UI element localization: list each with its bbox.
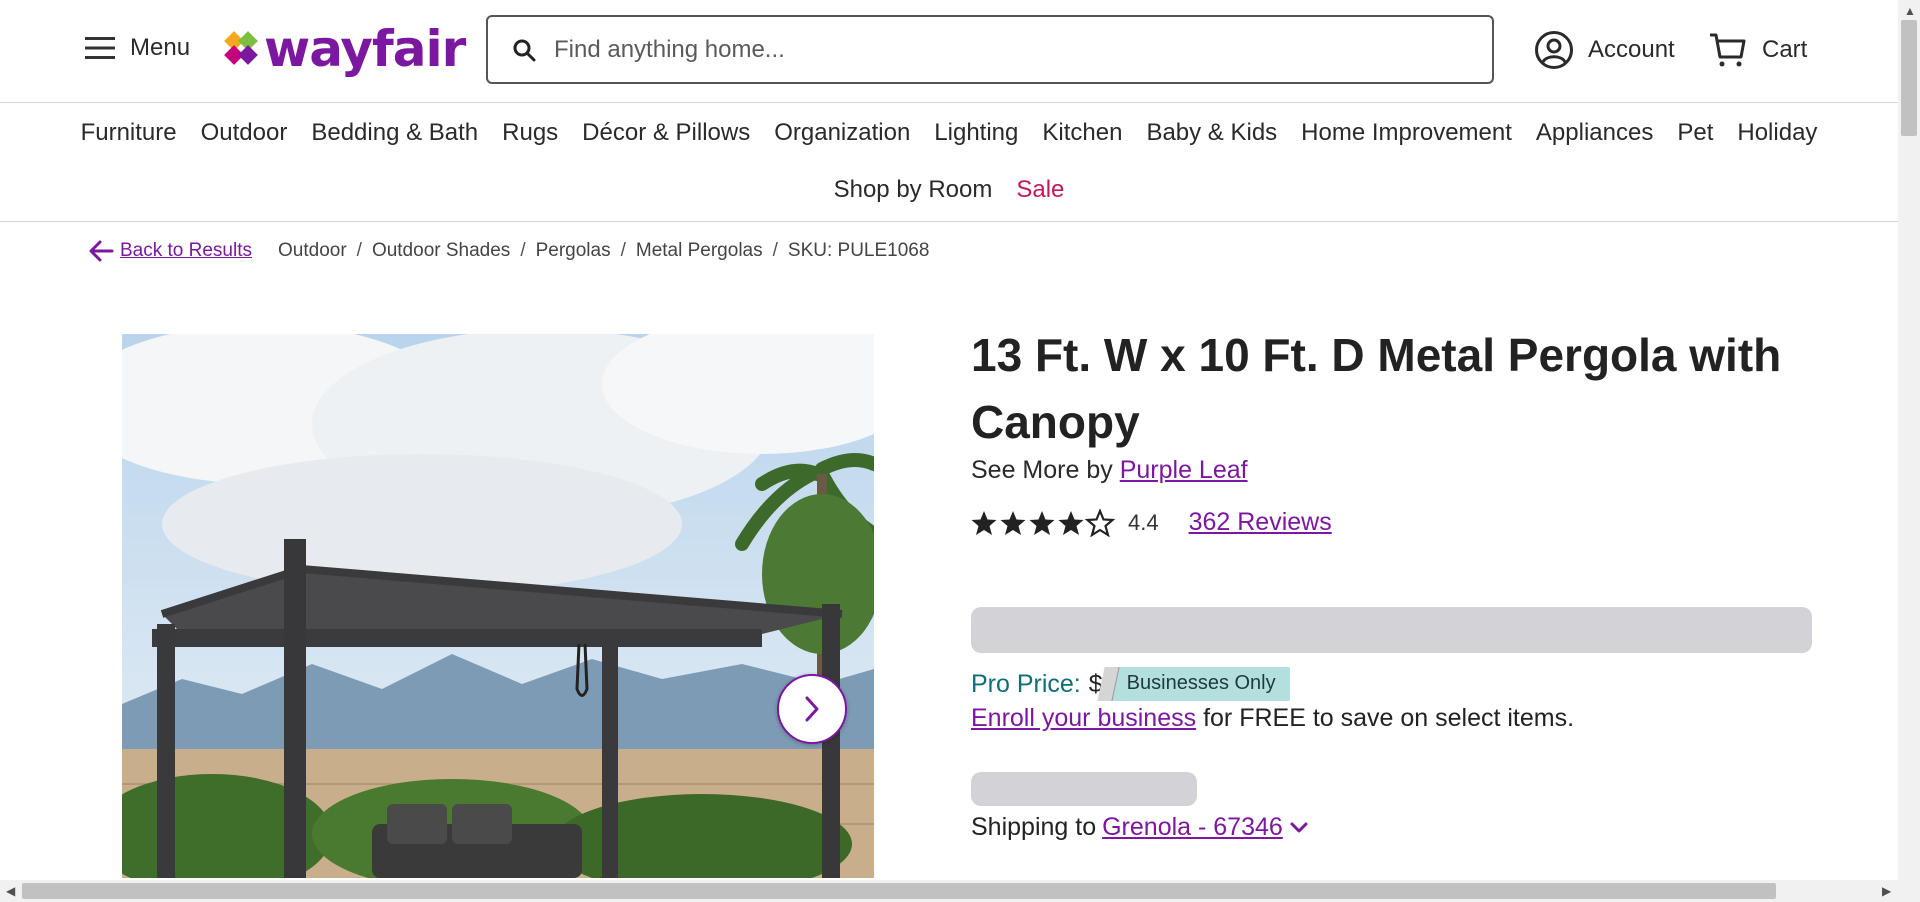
vertical-scroll-thumb[interactable] — [1901, 20, 1917, 136]
star-icon — [1000, 510, 1026, 535]
account-icon — [1535, 31, 1573, 69]
search-input[interactable] — [552, 34, 1476, 65]
price-placeholder — [971, 607, 1812, 653]
category-pet[interactable]: Pet — [1665, 119, 1725, 147]
horizontal-scroll-thumb[interactable] — [22, 883, 1776, 899]
businesses-only-badge: Businesses Only — [1104, 667, 1290, 701]
brand-link[interactable]: Purple Leaf — [1120, 456, 1248, 484]
scrollbar-corner — [1898, 880, 1920, 902]
star-icon — [971, 510, 997, 535]
vertical-scrollbar[interactable]: ▲ — [1898, 0, 1920, 880]
pro-price-label: Pro Price: — [971, 669, 1081, 698]
chevron-down-icon[interactable] — [1289, 821, 1309, 835]
category-furniture[interactable]: Furniture — [69, 119, 189, 147]
search-bar[interactable] — [486, 15, 1494, 84]
star-icon — [1058, 510, 1084, 535]
category-lighting[interactable]: Lighting — [922, 119, 1030, 147]
site-header: Menu wayfair Account Cart — [0, 0, 1898, 103]
horizontal-scrollbar[interactable]: ◀ ▶ — [0, 880, 1898, 902]
shipping-location-link[interactable]: Grenola - 67346 — [1102, 813, 1283, 842]
breadcrumb-metal-pergolas[interactable]: Metal Pergolas — [636, 240, 763, 262]
pro-price-row: Pro Price: $ Businesses Only — [971, 667, 1290, 701]
back-to-results-link[interactable]: Back to Results — [88, 240, 252, 262]
breadcrumb-separator: / — [620, 240, 626, 261]
category-shop-by-room[interactable]: Shop by Room — [822, 176, 1005, 204]
category-organization[interactable]: Organization — [762, 119, 922, 147]
scroll-right-arrow[interactable]: ▶ — [1882, 884, 1891, 898]
pergola-photo — [122, 334, 874, 878]
account-button[interactable]: Account — [1534, 30, 1675, 70]
breadcrumb: Back to Results Outdoor / Outdoor Shades… — [88, 240, 929, 262]
cart-label: Cart — [1762, 36, 1808, 63]
menu-button[interactable]: Menu — [84, 34, 190, 62]
see-more-prefix: See More by — [971, 456, 1113, 484]
search-icon — [513, 39, 536, 61]
breadcrumb-separator: / — [356, 240, 362, 261]
category-baby-kids[interactable]: Baby & Kids — [1134, 119, 1289, 147]
star-rating — [971, 508, 1116, 537]
scroll-left-arrow[interactable]: ◀ — [6, 884, 15, 898]
category-decor-pillows[interactable]: Décor & Pillows — [570, 119, 762, 147]
shipping-placeholder — [971, 772, 1197, 806]
wayfair-logo[interactable]: wayfair — [224, 20, 466, 78]
logo-text: wayfair — [264, 20, 466, 78]
category-home-improvement[interactable]: Home Improvement — [1289, 119, 1524, 147]
category-row-2: Shop by Room Sale — [0, 176, 1898, 204]
star-icon — [1029, 510, 1055, 535]
breadcrumb-sku: SKU: PULE1068 — [787, 240, 930, 261]
breadcrumb-separator: / — [520, 240, 526, 261]
category-appliances[interactable]: Appliances — [1524, 119, 1665, 147]
cart-icon — [1710, 33, 1746, 67]
hamburger-icon — [85, 37, 115, 59]
category-bedding-bath[interactable]: Bedding & Bath — [299, 119, 490, 147]
reviews-link[interactable]: 362 Reviews — [1189, 508, 1332, 537]
category-rugs[interactable]: Rugs — [490, 119, 570, 147]
menu-label: Menu — [130, 34, 191, 61]
see-more-brand: See More by Purple Leaf — [971, 456, 1248, 485]
breadcrumb-separator: / — [772, 240, 778, 261]
back-to-results-label: Back to Results — [120, 240, 252, 261]
shipping-row: Shipping to Grenola - 67346 — [971, 813, 1309, 842]
category-nav: Furniture Outdoor Bedding & Bath Rugs Dé… — [0, 103, 1898, 222]
next-image-button[interactable] — [777, 674, 847, 744]
product-title: 13 Ft. W x 10 Ft. D Metal Pergola with C… — [971, 329, 1782, 448]
breadcrumb-pergolas[interactable]: Pergolas — [536, 240, 611, 262]
back-arrow-icon — [89, 240, 114, 262]
scroll-up-arrow[interactable]: ▲ — [1904, 4, 1916, 18]
breadcrumb-outdoor-shades[interactable]: Outdoor Shades — [372, 240, 510, 262]
account-label: Account — [1588, 36, 1675, 63]
category-row-1: Furniture Outdoor Bedding & Bath Rugs Dé… — [0, 119, 1898, 147]
rating-row: 4.4 362 Reviews — [971, 508, 1332, 537]
category-kitchen[interactable]: Kitchen — [1030, 119, 1134, 147]
shipping-prefix: Shipping to — [971, 813, 1097, 841]
logo-icon — [224, 31, 258, 65]
product-image[interactable] — [122, 334, 874, 878]
enroll-business-link[interactable]: Enroll your business — [971, 704, 1196, 732]
category-holiday[interactable]: Holiday — [1725, 119, 1829, 147]
chevron-right-icon — [805, 696, 819, 722]
enroll-text: for FREE to save on select items. — [1203, 704, 1575, 732]
enroll-row: Enroll your business for FREE to save on… — [971, 704, 1574, 733]
category-outdoor[interactable]: Outdoor — [189, 119, 300, 147]
rating-value: 4.4 — [1128, 509, 1159, 535]
category-sale[interactable]: Sale — [1004, 176, 1076, 204]
breadcrumb-outdoor[interactable]: Outdoor — [278, 240, 347, 262]
cart-button[interactable]: Cart — [1708, 30, 1807, 70]
